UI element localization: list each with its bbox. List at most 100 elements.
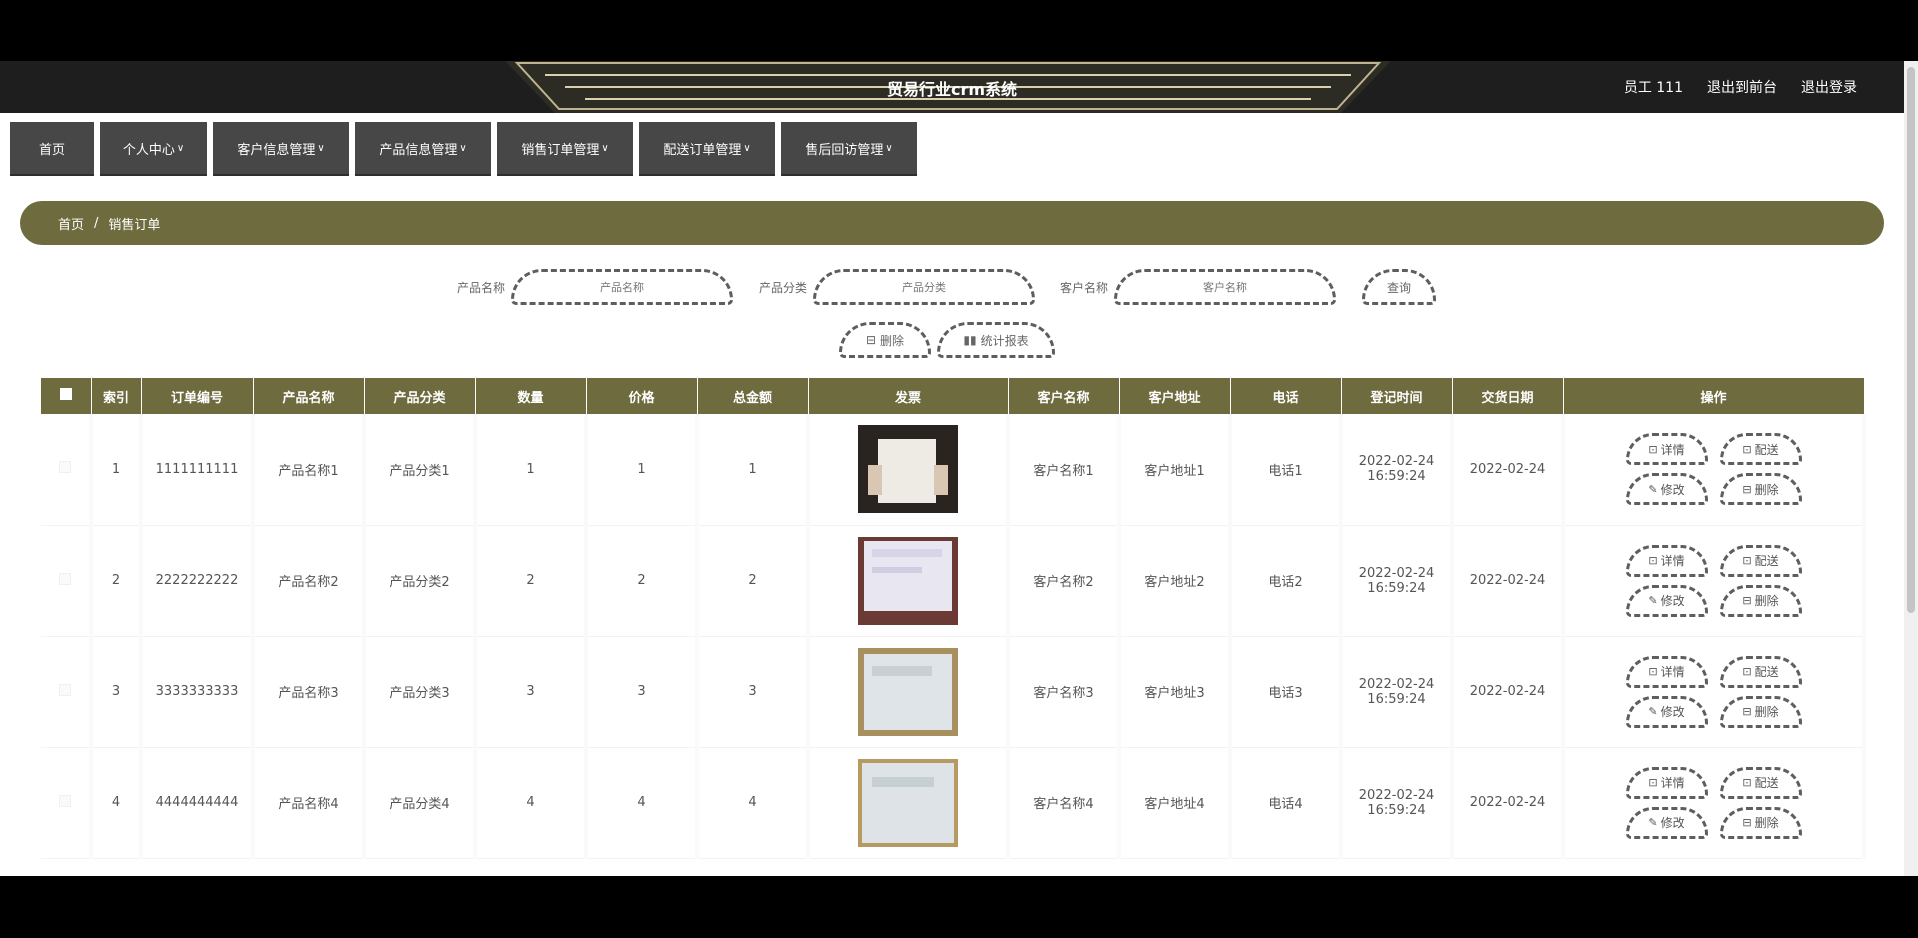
breadcrumb-current: 销售订单 <box>108 217 161 233</box>
orders-table: 索引 订单编号 产品名称 产品分类 数量 价格 总金额 发票 客户名称 客户地址… <box>41 378 1866 859</box>
col-delivery: 交货日期 <box>1452 378 1564 414</box>
cell-invoice <box>808 636 1010 748</box>
cell-total: 1 <box>697 414 810 526</box>
detail-button[interactable]: ⊡ 详情 <box>1625 544 1708 577</box>
chevron-down-icon: ∨ <box>601 142 609 154</box>
cell-price: 3 <box>586 636 699 748</box>
col-category: 产品分类 <box>364 378 476 414</box>
nav-personal-center[interactable]: 个人中心 ∨ <box>100 122 207 176</box>
breadcrumb: 首页 / 销售订单 <box>20 201 1884 245</box>
doc-icon: ⊡ <box>1648 665 1658 678</box>
cell-address: 客户地址2 <box>1119 525 1232 637</box>
cell-phone: 电话4 <box>1230 747 1343 859</box>
cell-qty: 4 <box>475 747 588 859</box>
nav-sales-orders[interactable]: 销售订单管理 ∨ <box>497 122 633 176</box>
nav-delivery-orders[interactable]: 配送订单管理 ∨ <box>639 122 775 176</box>
invoice-thumbnail[interactable] <box>858 536 958 625</box>
chevron-down-icon: ∨ <box>885 142 893 154</box>
edit-button[interactable]: ✎ 修改 <box>1625 584 1708 617</box>
exit-to-front-link[interactable]: 退出到前台 <box>1707 77 1777 97</box>
nav-after-sales[interactable]: 售后回访管理 ∨ <box>781 122 917 176</box>
edit-button[interactable]: ✎ 修改 <box>1625 806 1708 839</box>
pencil-icon: ✎ <box>1648 816 1658 829</box>
delete-button[interactable]: ⊟ 删除 <box>1719 473 1802 506</box>
trash-icon: ⊟ <box>1742 705 1752 718</box>
logout-link[interactable]: 退出登录 <box>1801 77 1857 97</box>
cell-reg-time: 2022-02-24 16:59:24 <box>1341 525 1454 637</box>
stats-report-button[interactable]: ▮▮ 统计报表 <box>937 322 1055 358</box>
row-checkbox[interactable] <box>41 525 93 637</box>
delete-button[interactable]: ⊟ 删除 <box>1719 806 1802 839</box>
col-customer: 客户名称 <box>1008 378 1120 414</box>
edit-button[interactable]: ✎ 修改 <box>1625 473 1708 506</box>
cell-order-no: 4444444444 <box>141 747 255 859</box>
doc-icon: ⊡ <box>1648 776 1658 789</box>
deliver-button[interactable]: ⊡ 配送 <box>1719 433 1802 466</box>
cell-customer: 客户名称2 <box>1008 525 1121 637</box>
row-checkbox[interactable] <box>41 414 93 526</box>
category-input[interactable] <box>813 269 1036 305</box>
cell-order-no: 2222222222 <box>141 525 255 637</box>
col-total: 总金额 <box>697 378 809 414</box>
col-product: 产品名称 <box>253 378 365 414</box>
cell-product: 产品名称3 <box>253 636 366 748</box>
trash-icon: ⊟ <box>1742 482 1752 496</box>
invoice-thumbnail[interactable] <box>858 425 958 514</box>
select-all-checkbox[interactable] <box>41 378 92 414</box>
bulk-delete-button[interactable]: ⊟ 删除 <box>839 322 931 358</box>
pencil-icon: ✎ <box>1648 705 1658 718</box>
chevron-down-icon: ∨ <box>176 142 185 154</box>
cell-qty: 3 <box>475 636 588 748</box>
bulk-actions: ⊟ 删除 ▮▮ 统计报表 <box>839 322 1055 358</box>
cell-price: 4 <box>586 747 699 859</box>
edit-button[interactable]: ✎ 修改 <box>1625 695 1708 728</box>
cell-reg-time: 2022-02-24 16:59:24 <box>1341 414 1454 526</box>
main-nav: 首页 个人中心 ∨ 客户信息管理 ∨ 产品信息管理 ∨ 销售订单管理 ∨ 配送订单管理 ∨… <box>10 122 917 176</box>
col-qty: 数量 <box>475 378 587 414</box>
detail-button[interactable]: ⊡ 详情 <box>1625 655 1708 688</box>
col-price: 价格 <box>586 378 698 414</box>
row-checkbox[interactable] <box>41 747 93 859</box>
cell-invoice <box>808 414 1010 526</box>
nav-product-info[interactable]: 产品信息管理 ∨ <box>355 122 491 176</box>
nav-customer-info[interactable]: 客户信息管理 ∨ <box>213 122 349 176</box>
col-order-no: 订单编号 <box>141 378 254 414</box>
user-links: 员工 111 退出到前台 退出登录 <box>1624 77 1857 97</box>
pencil-icon: ✎ <box>1648 482 1658 496</box>
cell-total: 3 <box>697 636 810 748</box>
product-name-input[interactable] <box>511 269 734 305</box>
query-button[interactable]: 查询 <box>1362 269 1436 305</box>
customer-input[interactable] <box>1114 269 1337 305</box>
search-product-name: 产品名称 <box>457 269 734 305</box>
detail-button[interactable]: ⊡ 详情 <box>1625 433 1708 466</box>
cell-category: 产品分类4 <box>364 747 477 859</box>
category-label: 产品分类 <box>759 280 808 295</box>
cell-ops: ⊡ 详情 ⊡ 配送 ✎ 修改 ⊟ 删除 <box>1563 747 1866 859</box>
invoice-thumbnail[interactable] <box>858 647 958 736</box>
breadcrumb-home[interactable]: 首页 <box>58 214 84 233</box>
detail-button[interactable]: ⊡ 详情 <box>1625 766 1708 799</box>
cell-ops: ⊡ 详情 ⊡ 配送 ✎ 修改 ⊟ 删除 <box>1563 414 1866 526</box>
deliver-button[interactable]: ⊡ 配送 <box>1719 766 1802 799</box>
chevron-down-icon: ∨ <box>317 142 325 154</box>
deliver-button[interactable]: ⊡ 配送 <box>1719 655 1802 688</box>
deliver-button[interactable]: ⊡ 配送 <box>1719 544 1802 577</box>
cell-total: 2 <box>697 525 810 637</box>
delete-button[interactable]: ⊟ 删除 <box>1719 584 1802 617</box>
cell-index: 4 <box>91 747 143 859</box>
pencil-icon: ✎ <box>1648 594 1658 607</box>
table-row: 4 4444444444 产品名称4 产品分类4 4 4 4 客户名称4 客户地… <box>41 747 1866 859</box>
vertical-scrollbar[interactable] <box>1904 61 1918 876</box>
row-checkbox[interactable] <box>41 636 93 748</box>
nav-home[interactable]: 首页 <box>10 122 94 176</box>
col-phone: 电话 <box>1230 378 1342 414</box>
cell-customer: 客户名称4 <box>1008 747 1121 859</box>
doc-icon: ⊡ <box>1742 665 1752 678</box>
customer-label: 客户名称 <box>1060 280 1109 295</box>
col-reg-time: 登记时间 <box>1341 378 1453 414</box>
breadcrumb-separator: / <box>94 215 99 231</box>
browser-page: 贸易行业crm系统 员工 111 退出到前台 退出登录 首页 个人中心 ∨ 客户信… <box>0 61 1918 876</box>
delete-button[interactable]: ⊟ 删除 <box>1719 695 1802 728</box>
cell-reg-time: 2022-02-24 16:59:24 <box>1341 636 1454 748</box>
invoice-thumbnail[interactable] <box>858 758 958 847</box>
